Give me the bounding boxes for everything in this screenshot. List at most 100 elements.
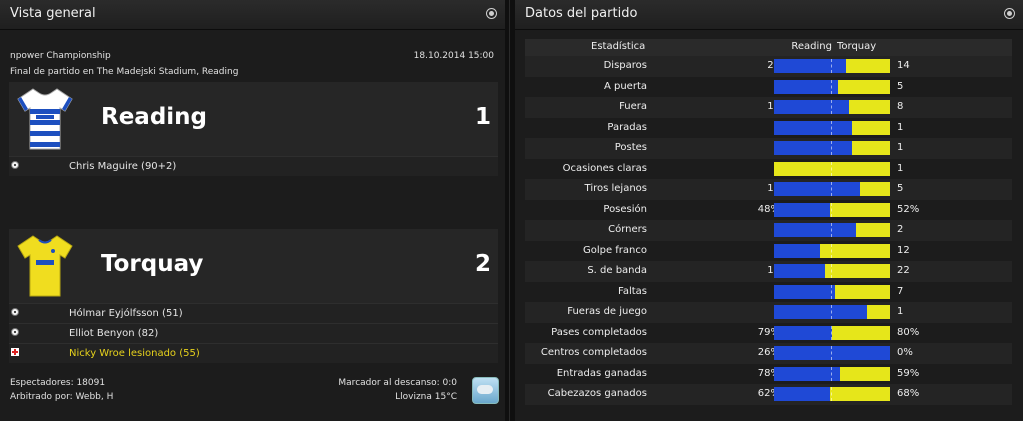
stat-away-value: 8 <box>897 101 904 112</box>
drizzle-cloud-icon <box>472 377 499 404</box>
injury-cross-icon <box>11 348 19 356</box>
stat-comparison-bar <box>774 305 890 319</box>
away-event-text: Hólmar Eyjólfsson (51) <box>69 308 183 319</box>
away-event-row: Nicky Wroe lesionado (55) <box>9 343 498 363</box>
away-share-bar <box>838 79 890 94</box>
stat-comparison-bar <box>774 100 890 114</box>
stat-comparison-bar <box>774 161 890 176</box>
home-share-bar <box>774 100 849 114</box>
home-share-bar <box>774 325 832 340</box>
home-team-row[interactable]: Reading 1 <box>9 82 498 156</box>
stats-table: Estadística Reading Torquay Disparos2314… <box>525 39 1012 405</box>
stat-comparison-bar <box>774 79 890 94</box>
stat-row: Ocasiones claras01 <box>525 159 1012 180</box>
stat-row: Golpe franco812 <box>525 241 1012 262</box>
stat-comparison-bar <box>774 325 890 340</box>
bar-midline <box>831 243 832 258</box>
away-share-bar <box>860 182 890 196</box>
away-event-row: Elliot Benyon (82) <box>9 323 498 343</box>
away-share-bar <box>852 141 890 155</box>
stat-comparison-bar <box>774 120 890 135</box>
bar-midline <box>831 59 832 73</box>
stat-label: Cabezazos ganados <box>547 388 647 399</box>
away-team-name[interactable]: Torquay <box>101 251 203 277</box>
away-kit-shirt-icon <box>17 235 73 297</box>
stat-label: Fuera <box>619 101 647 112</box>
stat-label: S. de banda <box>587 265 647 276</box>
stat-comparison-bar <box>774 59 890 73</box>
bar-midline <box>831 305 832 319</box>
home-share-bar <box>774 79 838 94</box>
bar-midline <box>831 284 832 299</box>
competition-name: npower Championship <box>10 51 111 61</box>
away-event-text: Nicky Wroe lesionado (55) <box>69 348 200 359</box>
goal-ball-icon <box>11 328 19 336</box>
home-share-bar <box>774 305 867 319</box>
stat-row: Posesión 48% 52% <box>525 200 1012 221</box>
home-share-bar <box>774 284 835 299</box>
away-share-bar <box>830 387 890 401</box>
stat-comparison-bar <box>774 264 890 278</box>
stat-comparison-bar <box>774 223 890 237</box>
stat-row: Fuera158 <box>525 97 1012 118</box>
home-team-score: 1 <box>474 104 491 130</box>
stat-label: Fueras de juego <box>567 306 647 317</box>
stat-comparison-bar <box>774 284 890 299</box>
panel-options-icon[interactable] <box>1004 8 1015 19</box>
stat-column-header: Estadística <box>591 41 646 52</box>
stat-away-value: 68% <box>897 388 920 399</box>
stat-away-value: 1 <box>897 306 904 317</box>
panel-options-icon[interactable] <box>486 8 497 19</box>
bar-midline <box>831 366 832 381</box>
bar-midline <box>831 182 832 196</box>
bar-midline <box>831 387 832 401</box>
stat-row: A puerta65 <box>525 77 1012 98</box>
stat-comparison-bar <box>774 141 890 155</box>
stat-row: Tiros lejanos145 <box>525 179 1012 200</box>
stat-row: Entradas ganadas 78% 59% <box>525 364 1012 385</box>
bar-midline <box>831 120 832 135</box>
stat-comparison-bar <box>774 202 890 217</box>
stat-away-value: 7 <box>897 285 904 297</box>
stat-row: Centros completados 26% 0% <box>525 343 1012 364</box>
stat-row: Postes21 <box>525 138 1012 159</box>
bar-midline <box>831 264 832 278</box>
home-share-bar <box>774 243 820 258</box>
away-event-row: Hólmar Eyjólfsson (51) <box>9 303 498 323</box>
panel-divider[interactable] <box>505 0 515 421</box>
home-share-bar <box>774 202 830 217</box>
stat-label: Ocasiones claras <box>562 162 647 174</box>
bar-midline <box>831 223 832 237</box>
home-share-bar <box>774 141 852 155</box>
stat-label: Tiros lejanos <box>584 183 647 194</box>
match-stats-header: Datos del partido <box>515 0 1023 30</box>
bar-midline <box>831 346 832 360</box>
away-share-bar <box>856 223 890 237</box>
stats-rows: Disparos2314A puerta65Fuera158Paradas21P… <box>525 56 1012 405</box>
bar-midline <box>831 141 832 155</box>
stat-row: S. de banda1722 <box>525 261 1012 282</box>
stat-away-value: 5 <box>897 183 904 194</box>
stat-label: Faltas <box>618 285 647 297</box>
stat-label: Postes <box>614 142 647 153</box>
attendance: Espectadores: 18091 <box>10 378 106 388</box>
home-share-bar <box>774 182 860 196</box>
home-team-name[interactable]: Reading <box>101 104 207 130</box>
stat-label: Paradas <box>607 121 647 133</box>
stat-away-value: 5 <box>897 80 904 92</box>
away-team-row[interactable]: Torquay 2 <box>9 229 498 303</box>
away-column-header: Torquay <box>837 41 877 52</box>
stat-label: Pases completados <box>551 326 647 338</box>
bar-midline <box>831 161 832 176</box>
home-kit-shirt-icon <box>17 88 73 150</box>
away-share-bar <box>846 59 890 73</box>
home-column-header: Reading <box>791 41 832 52</box>
stats-table-header: Estadística Reading Torquay <box>525 39 1012 56</box>
stat-label: Posesión <box>603 203 647 215</box>
stat-comparison-bar <box>774 182 890 196</box>
stat-away-value: 52% <box>897 203 920 215</box>
home-event-text: Chris Maguire (90+2) <box>69 161 177 172</box>
home-share-bar <box>774 264 825 278</box>
away-share-bar <box>830 202 890 217</box>
home-share-bar <box>774 120 852 135</box>
